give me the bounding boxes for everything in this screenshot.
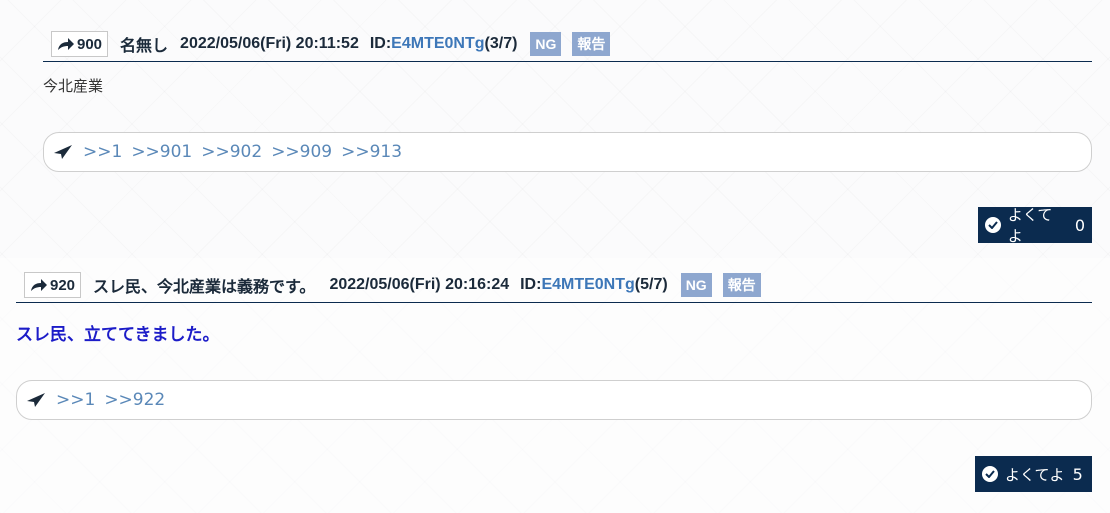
reply-links: >>1 >>922 [56,390,165,410]
reply-links-box: >>1 >>922 [16,380,1092,420]
check-circle-icon [982,466,998,482]
post-body: 今北産業 [43,77,104,95]
reply-arrow-icon [31,279,47,291]
reply-links: >>1 >>901 >>902 >>909 >>913 [83,142,402,162]
reply-link[interactable]: >>1 [56,390,95,410]
send-icon [27,393,45,407]
poster-name: 名無し [120,38,169,55]
like-label: よくてよ [1007,206,1053,245]
poster-id: ID:E4MTE0NTg(5/7) [520,276,668,293]
reply-link[interactable]: >>922 [104,390,165,410]
post-header: 900 名無し 2022/05/06(Fri) 20:11:52 ID:E4MT… [43,27,1092,62]
ng-button[interactable]: NG [530,32,562,56]
report-button[interactable]: 報告 [722,273,761,297]
post-datetime: 2022/05/06(Fri) 20:16:24 [329,276,510,293]
id-link[interactable]: E4MTE0NTg [541,276,634,293]
id-link[interactable]: E4MTE0NTg [391,35,484,52]
poster-id: ID:E4MTE0NTg(3/7) [369,35,518,52]
reply-link[interactable]: >>1 [83,142,122,162]
like-count: 5 [1072,464,1083,484]
like-count: 0 [1074,215,1085,235]
check-circle-icon [985,217,1001,233]
ng-button[interactable]: NG [680,273,712,297]
reply-number-button[interactable]: 920 [24,272,82,298]
like-label: よくてよ [1005,465,1065,484]
post-900: 900 名無し 2022/05/06(Fri) 20:11:52 ID:E4MT… [0,0,1110,250]
reply-link[interactable]: >>913 [341,142,402,162]
post-body: スレ民、立ててきました。 [16,325,220,345]
post-header: 920 スレ民、今北産業は義務です。 2022/05/06(Fri) 20:16… [16,268,1092,303]
reply-link[interactable]: >>902 [201,142,262,162]
post-920: 920 スレ民、今北産業は義務です。 2022/05/06(Fri) 20:16… [0,258,1110,513]
reply-arrow-icon [58,38,74,50]
report-button[interactable]: 報告 [572,32,611,56]
like-button[interactable]: よくてよ 0 [978,206,1092,245]
send-icon [54,145,72,159]
poster-name: スレ民、今北産業は義務です。 [93,279,316,296]
reply-link[interactable]: >>909 [271,142,332,162]
reply-links-box: >>1 >>901 >>902 >>909 >>913 [43,132,1092,172]
reply-link[interactable]: >>901 [131,142,192,162]
like-button[interactable]: よくてよ 5 [975,456,1092,492]
post-datetime: 2022/05/06(Fri) 20:11:52 [180,35,359,52]
reply-number-button[interactable]: 900 [51,31,109,57]
